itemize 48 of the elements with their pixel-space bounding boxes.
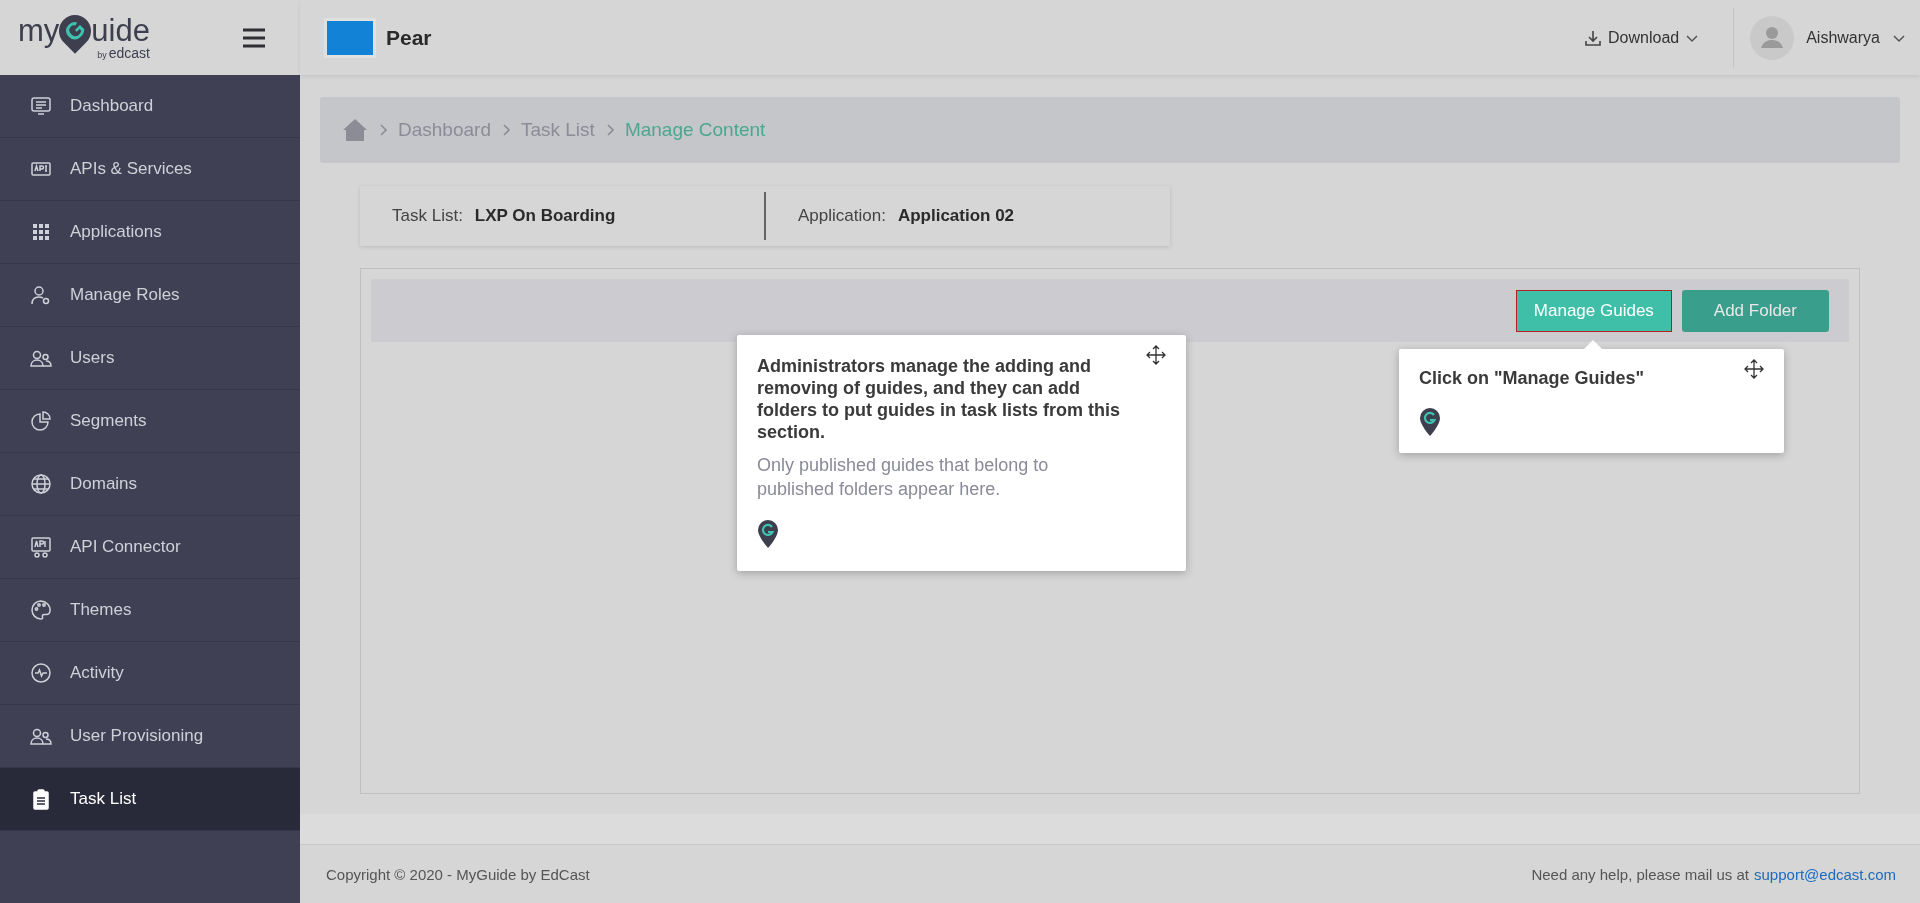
palette-icon [30,599,52,621]
sidebar-item[interactable]: Segments [0,390,300,453]
pin-logo-icon [1419,407,1441,437]
grid-icon [30,221,52,243]
logo-company: edcast [108,44,150,61]
download-icon [1584,28,1603,47]
chevron-down-icon [1892,32,1906,43]
sidebar-item[interactable]: API Connector [0,516,300,579]
tooltip-title: Administrators manage the adding and removing of guides, and they can add folders to put guides in task lists from this section. [757,355,1122,443]
menu-icon[interactable] [242,27,266,48]
help-text: Need any help, please mail us at [1531,865,1750,883]
globe-icon [30,473,52,495]
copyright-text: Copyright © 2020 - MyGuide by EdCast [326,865,590,883]
pie-icon [30,410,52,432]
sidebar-item[interactable]: APIs & Services [0,138,300,201]
logo-byline: by [97,49,107,60]
sidebar-item[interactable]: Dashboard [0,75,300,138]
chevron-right-icon [378,123,388,137]
move-icon[interactable] [1146,345,1166,365]
pin-logo-icon [757,519,779,549]
activity-icon [30,662,52,684]
role-icon [30,284,52,306]
download-button[interactable]: Download [1578,27,1706,48]
field-label: Application: [798,206,886,226]
user-menu[interactable]: Aishwarya [1734,15,1920,60]
sidebar-item[interactable]: Activity [0,642,300,705]
app-name: Pear [386,25,432,50]
sidebar-item[interactable]: Domains [0,453,300,516]
clipboard-icon [30,788,52,810]
field-value: LXP On Boarding [474,206,616,226]
tooltip-text: Only published guides that belong to published folders appear here. [757,454,1050,501]
sidebar-item[interactable]: Task List [0,768,300,831]
field-label: Task List: [392,206,463,226]
monitor-icon [30,95,52,117]
chevron-right-icon [500,123,511,137]
apiconn-icon [30,536,52,558]
chevron-down-icon [1685,32,1700,43]
tooltip-title: Click on "Manage Guides" [1419,367,1646,389]
move-icon[interactable] [1744,359,1764,379]
sidebar-item[interactable]: Applications [0,201,300,264]
sidebar-item[interactable]: Users [0,327,300,390]
field-value: Application 02 [897,206,1015,226]
sidebar-item[interactable]: Manage Roles [0,264,300,327]
sidebar-item[interactable]: Themes [0,579,300,642]
support-email-link[interactable]: support@edcast.com [1754,865,1896,883]
app-logo-block [324,17,376,58]
avatar-icon [1750,15,1795,60]
chevron-right-icon [604,123,615,137]
